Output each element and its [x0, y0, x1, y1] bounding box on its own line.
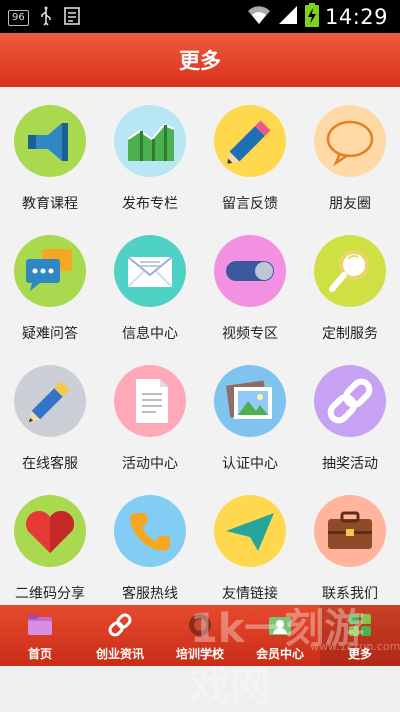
- circle-bg: [114, 495, 186, 567]
- grid-item-label: 信息中心: [122, 326, 178, 342]
- paper-plane-icon: [226, 513, 274, 551]
- heart-icon: [25, 510, 75, 553]
- signal-icon: [277, 4, 299, 30]
- grid-item-publish-column[interactable]: 发布专栏: [100, 87, 200, 217]
- grid-item-label: 客服热线: [122, 586, 178, 602]
- circle-bg: [314, 235, 386, 307]
- circle-bg: [214, 105, 286, 177]
- grid-item-feedback[interactable]: 留言反馈: [200, 87, 300, 217]
- grid-item-label: 视频专区: [222, 326, 278, 342]
- folder-icon: [28, 615, 52, 635]
- grid-item-info-center[interactable]: 信息中心: [100, 217, 200, 347]
- grid-item-online-support[interactable]: 在线客服: [0, 347, 100, 477]
- school-icon: [189, 614, 211, 636]
- grid-item-label: 留言反馈: [222, 196, 278, 212]
- toggle-icon: [226, 261, 274, 281]
- circle-bg: [14, 235, 86, 307]
- tab-home[interactable]: 首页: [0, 605, 80, 666]
- pencil-icon: [227, 120, 271, 164]
- grid-item-label: 认证中心: [222, 456, 278, 472]
- app-header: 更多: [0, 33, 400, 87]
- grid-item-hotline[interactable]: 客服热线: [100, 477, 200, 607]
- grid-item-video[interactable]: 视频专区: [200, 217, 300, 347]
- sim-badge-icon: 96: [8, 10, 29, 26]
- circle-bg: [14, 365, 86, 437]
- circle-bg: [114, 365, 186, 437]
- bottom-tab-bar: 首页 创业资讯 培训学校 会员中心 更多: [0, 605, 400, 666]
- grid-item-label: 二维码分享: [15, 586, 85, 602]
- briefcase-icon: [328, 511, 372, 549]
- more-icon: [349, 614, 371, 636]
- grid-item-education[interactable]: 教育课程: [0, 87, 100, 217]
- battery-charging-icon: [304, 3, 319, 31]
- chat-bubble-icon: [326, 120, 374, 167]
- grid-item-label: 友情链接: [222, 586, 278, 602]
- grid-item-lottery[interactable]: 抽奖活动: [300, 347, 400, 477]
- page-title: 更多: [179, 49, 221, 73]
- circle-bg: [314, 365, 386, 437]
- status-bar-right: 14:29: [247, 3, 388, 31]
- wifi-icon: [247, 4, 271, 30]
- document-icon: [136, 379, 168, 423]
- pen-icon: [28, 381, 70, 423]
- circle-bg: [214, 495, 286, 567]
- tab-training-school[interactable]: 培训学校: [160, 605, 240, 666]
- tab-label: 首页: [27, 647, 52, 661]
- magnifier-icon: [329, 250, 369, 292]
- circle-bg: [114, 105, 186, 177]
- grid-item-certification[interactable]: 认证中心: [200, 347, 300, 477]
- usb-icon: [39, 6, 53, 30]
- feature-grid: 教育课程 发布专栏 留言反馈 朋友圈 疑难问答 信息中心 视频专区 定制服务 在…: [0, 87, 400, 605]
- grid-item-qa[interactable]: 疑难问答: [0, 217, 100, 347]
- growth-chart-icon: [127, 123, 175, 161]
- tab-business-news[interactable]: 创业资讯: [80, 605, 160, 666]
- grid-item-label: 朋友圈: [329, 196, 371, 212]
- member-icon: [269, 617, 291, 635]
- circle-bg: [314, 105, 386, 177]
- circle-bg: [14, 495, 86, 567]
- tab-label: 创业资讯: [95, 647, 144, 661]
- circle-bg: [214, 235, 286, 307]
- circle-bg: [14, 105, 86, 177]
- grid-item-label: 疑难问答: [22, 326, 78, 342]
- grid-item-label: 抽奖活动: [322, 456, 378, 472]
- grid-item-label: 定制服务: [322, 326, 378, 342]
- grid-item-label: 教育课程: [22, 196, 78, 212]
- chat-bubbles-icon: [26, 249, 72, 291]
- picture-icon: [225, 380, 272, 419]
- grid-item-friend-links[interactable]: 友情链接: [200, 477, 300, 607]
- grid-item-contact-us[interactable]: 联系我们: [300, 477, 400, 607]
- grid-item-label: 在线客服: [22, 456, 78, 472]
- status-bar: 96 14:29: [0, 0, 400, 33]
- grid-item-label: 活动中心: [122, 456, 178, 472]
- envelope-icon: [127, 256, 173, 288]
- grid-item-qr-share[interactable]: 二维码分享: [0, 477, 100, 607]
- tab-label: 会员中心: [255, 647, 304, 661]
- grid-item-label: 发布专栏: [122, 196, 178, 212]
- grid-item-label: 联系我们: [322, 586, 378, 602]
- tab-label: 更多: [347, 647, 372, 661]
- debug-icon: [63, 6, 81, 30]
- grid-item-activity-center[interactable]: 活动中心: [100, 347, 200, 477]
- tab-more[interactable]: 更多: [320, 605, 400, 666]
- link-icon: [108, 613, 132, 637]
- circle-bg: [214, 365, 286, 437]
- chain-link-icon: [327, 378, 373, 424]
- circle-bg: [314, 495, 386, 567]
- tab-label: 培训学校: [175, 647, 224, 661]
- grid-item-custom-service[interactable]: 定制服务: [300, 217, 400, 347]
- phone-icon: [130, 513, 170, 551]
- megaphone-icon: [28, 123, 68, 161]
- status-bar-left: 96: [8, 6, 81, 30]
- grid-item-moments[interactable]: 朋友圈: [300, 87, 400, 217]
- tab-member-center[interactable]: 会员中心: [240, 605, 320, 666]
- clock-time: 14:29: [324, 5, 388, 29]
- circle-bg: [114, 235, 186, 307]
